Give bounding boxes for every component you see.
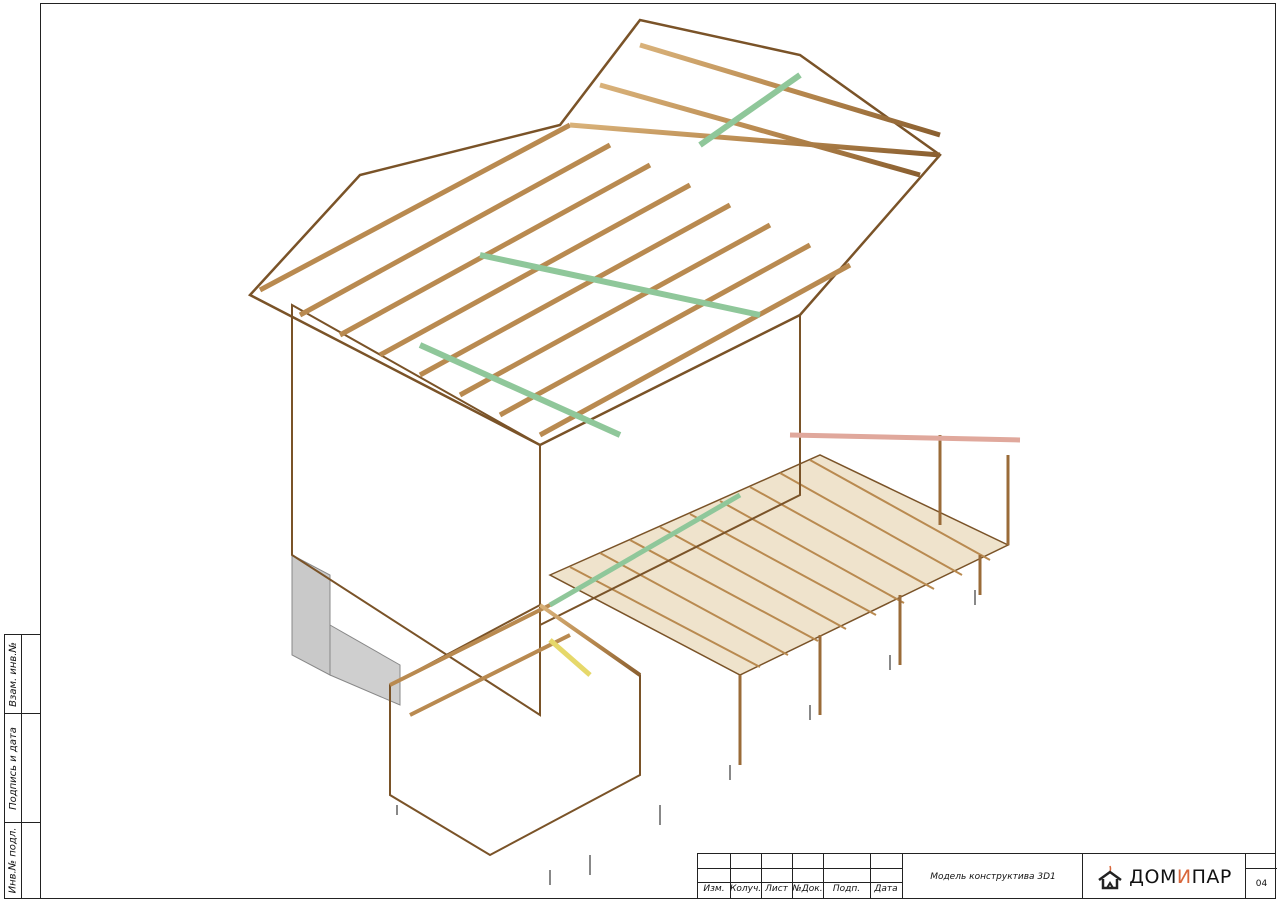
side-stamp: Взам. инв.№ Подпись и дата Инв.№ подл. (4, 634, 41, 899)
terrace-deck (548, 435, 1010, 765)
sheet-number: 04 (1255, 878, 1268, 889)
house-logo-icon (1098, 865, 1122, 889)
main-roof-rafters (247, 18, 1021, 447)
signature-date-label: Подпись и дата (7, 727, 19, 810)
sheet-number-header (1246, 854, 1277, 869)
revision-grid: Изм. Колуч. Лист №Док. Подп. Дата (698, 854, 902, 899)
column-list: Лист (765, 884, 788, 894)
drawing-title: Модель конструктива 3D1 (902, 854, 1083, 899)
sheet-number-box: 04 (1245, 854, 1277, 899)
logo-text: ДОМИПАР (1129, 866, 1232, 888)
company-logo: ДОМИПАР (1082, 854, 1246, 899)
side-stamp-text-2: Подпись и дата (5, 714, 21, 823)
logo-text-mid: И (1176, 865, 1192, 888)
logo-text-left: ДОМ (1129, 865, 1177, 888)
replace-inventory-label: Взам. инв.№ (7, 642, 19, 707)
side-stamp-text-1: Взам. инв.№ (5, 635, 21, 714)
column-kol-uch: Колуч. (730, 884, 762, 894)
column-doc-number: №Док. (792, 884, 823, 894)
revision-grid-row-line (698, 882, 902, 883)
column-date: Дата (874, 884, 898, 894)
timber-frame-model-drawing (247, 18, 1021, 885)
title-block: Изм. Колуч. Лист №Док. Подп. Дата Модель… (697, 853, 1277, 899)
revision-grid-row-line (698, 868, 902, 869)
logo-text-right: ПАР (1191, 865, 1232, 888)
side-stamp-text-3: Инв.№ подл. (5, 823, 21, 898)
column-izm: Изм. (703, 884, 725, 894)
original-inventory-label: Инв.№ подл. (7, 827, 19, 894)
column-signature: Подп. (832, 884, 861, 894)
